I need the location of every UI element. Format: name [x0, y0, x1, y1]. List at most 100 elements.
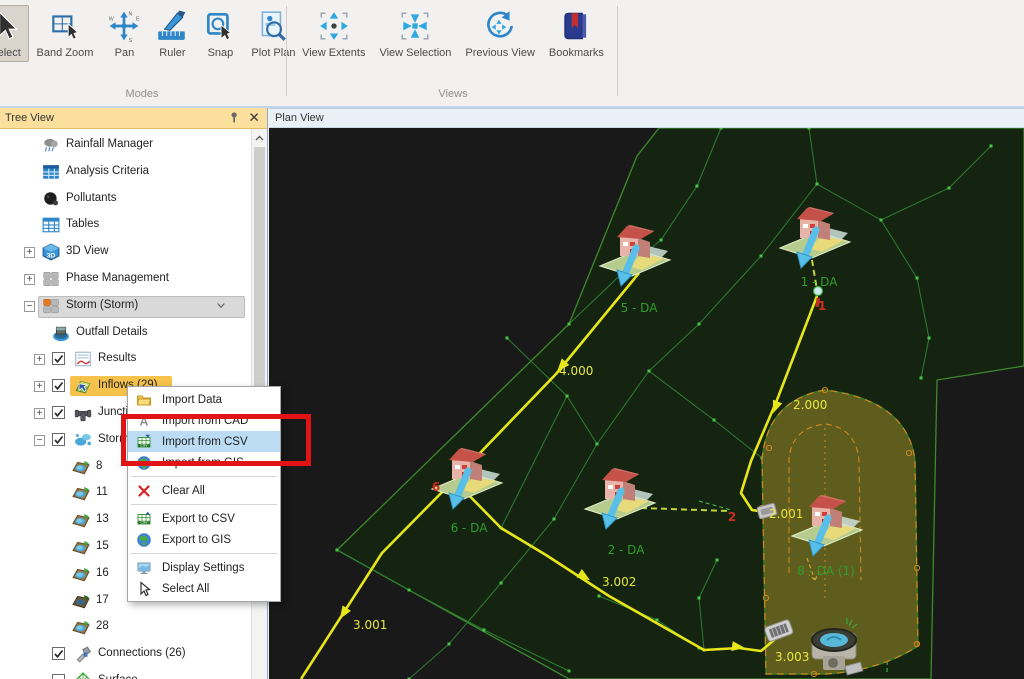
menu-item-export-to-csv[interactable]: CSV Export to CSV: [128, 508, 280, 529]
tree-view-title: Tree View: [5, 112, 54, 124]
tree-item-3d-view[interactable]: +3D 3D View: [0, 240, 251, 264]
tree-item-label: Phase Management: [66, 272, 169, 284]
menu-item-import-from-csv[interactable]: CSV Import from CSV: [128, 431, 280, 452]
tree-item-label: 28: [96, 620, 109, 633]
tree-item-label: Outfall Details: [76, 325, 148, 338]
ribbon-button-view-selection[interactable]: View Selection: [373, 5, 457, 62]
ribbon-button-label: View Extents: [302, 47, 366, 59]
vertex-node: [919, 376, 923, 380]
pollutants-icon: [42, 190, 60, 208]
cad-icon: A: [136, 413, 152, 429]
tree-item-label: Connections (26): [98, 647, 186, 660]
tree-expander-plus[interactable]: +: [34, 381, 45, 393]
pipe-label: 4.000: [559, 364, 593, 378]
results-icon: [74, 350, 92, 368]
plan-view-panel: Plan View 5 - DA 1 - DA 6 - DA 2 - DA 8 - DA…: [269, 108, 1024, 679]
tree-checkbox[interactable]: [52, 352, 65, 366]
ribbon-button-label: Pan: [114, 47, 135, 59]
inflows-icon: [74, 377, 92, 395]
menu-item-display-settings[interactable]: Display Settings: [128, 557, 280, 578]
ribbon-button-ruler[interactable]: Ruler: [149, 5, 195, 62]
pin-icon[interactable]: [228, 111, 242, 125]
menu-separator: [131, 504, 277, 505]
ribbon-button-select[interactable]: Select: [0, 5, 29, 62]
tree-item-connections-26[interactable]: Connections (26): [0, 642, 251, 666]
ribbon-button-label: Previous View: [465, 47, 535, 59]
tree-item-label: 8: [96, 459, 103, 472]
ribbon-button-previous-view[interactable]: Previous View: [459, 5, 541, 62]
tree-checkbox[interactable]: [52, 674, 65, 679]
menu-item-clear-all[interactable]: Clear All: [128, 480, 280, 501]
tree-item-tables[interactable]: Tables: [0, 213, 251, 237]
tree-item-label: 13: [96, 513, 109, 526]
vertex-node: [659, 238, 663, 242]
ribbon-group-views: View Extents View Selection Previous View B…: [292, 0, 614, 104]
tree-item-label: Pollutants: [66, 191, 117, 204]
menu-item-label: Export to CSV: [162, 512, 235, 525]
tree-expander-minus[interactable]: −: [34, 434, 45, 446]
menu-item-export-to-gis[interactable]: Export to GIS: [128, 529, 280, 550]
analysis-criteria-icon: [42, 163, 60, 181]
tree-checkbox[interactable]: [52, 647, 65, 661]
folder-open-icon: [136, 392, 152, 408]
ribbon-button-label: Plot Plan: [251, 47, 296, 59]
cursor-icon: [136, 580, 152, 597]
vertex-node: [595, 442, 599, 446]
tree-item-storm-storm[interactable]: − Storm (Storm): [0, 294, 251, 318]
tree-item-analysis-criteria[interactable]: Analysis Criteria: [0, 160, 251, 184]
menu-item-import-from-cad[interactable]: A Import from CAD: [128, 410, 280, 431]
tree-view-header: Tree View: [0, 108, 267, 129]
scrollbar-up-arrow[interactable]: [254, 131, 265, 143]
pond-icon: [72, 458, 90, 476]
menu-item-import-data[interactable]: Import Data: [128, 389, 280, 410]
da-label: 6 - DA: [451, 521, 489, 535]
vertex-node: [499, 581, 503, 585]
chevron-down-icon[interactable]: [215, 301, 227, 311]
da-label: 5 - DA: [621, 301, 659, 315]
ribbon-button-band-zoom[interactable]: Band Zoom: [31, 5, 100, 62]
globe-icon: [136, 532, 152, 548]
plan-view-tab[interactable]: Plan View: [269, 108, 1024, 128]
ribbon-button-snap[interactable]: Snap: [197, 5, 243, 62]
tree-item-outfall-details[interactable]: Outfall Details: [0, 321, 251, 345]
menu-item-select-all[interactable]: Select All: [128, 578, 280, 599]
tree-item-phase-management[interactable]: + Phase Management: [0, 267, 251, 291]
vertex-node: [947, 186, 951, 190]
plan-drawing[interactable]: 5 - DA 1 - DA 6 - DA 2 - DA 8 - DA (1) 4.000 2…: [269, 128, 1024, 679]
tree-expander-plus[interactable]: +: [24, 247, 35, 259]
tree-checkbox[interactable]: [52, 379, 65, 393]
tree-checkbox[interactable]: [52, 432, 65, 446]
ribbon-button-view-extents[interactable]: View Extents: [296, 5, 371, 62]
tree-item-pollutants[interactable]: Pollutants: [0, 187, 251, 211]
tree-item-results[interactable]: + Results: [0, 347, 251, 371]
view-selection-icon: [398, 9, 432, 43]
tree-expander-minus[interactable]: −: [24, 300, 35, 312]
close-icon[interactable]: [248, 111, 262, 125]
tree-item-label: 17: [96, 593, 109, 606]
tree-item-label: Results: [98, 352, 137, 365]
swc-icon: [74, 431, 92, 449]
globe-icon: [136, 455, 152, 471]
vertex-node: [567, 322, 571, 326]
csv-export-icon: CSV: [136, 511, 152, 527]
menu-item-import-from-gis[interactable]: Import from GIS: [128, 452, 280, 473]
tree-item-surface[interactable]: Surface: [0, 669, 251, 679]
ribbon-button-bookmarks[interactable]: Bookmarks: [543, 5, 610, 62]
ribbon-button-label: Select: [0, 47, 21, 59]
vertex-node: [927, 336, 931, 340]
ribbon-button-pan[interactable]: N S W E Pan: [101, 5, 147, 62]
tree-item-label: 3D View: [66, 245, 109, 258]
tree-expander-plus[interactable]: +: [34, 354, 45, 366]
phase-icon: [42, 270, 60, 288]
ribbon-separator: [617, 6, 618, 96]
tree-checkbox[interactable]: [52, 406, 65, 419]
tree-expander-plus[interactable]: +: [24, 274, 35, 285]
plan-canvas[interactable]: 5 - DA 1 - DA 6 - DA 2 - DA 8 - DA (1) 4.000 2…: [269, 128, 1024, 679]
da-label: 8 - DA (1): [797, 564, 855, 578]
tree-expander-plus[interactable]: +: [34, 408, 45, 419]
tree-item-28[interactable]: 28: [0, 615, 251, 639]
vertex-node: [407, 588, 411, 592]
bookmarks-icon: [559, 9, 593, 43]
svg-text:3D: 3D: [47, 253, 56, 260]
tree-item-rainfall-manager[interactable]: Rainfall Manager: [0, 133, 251, 157]
